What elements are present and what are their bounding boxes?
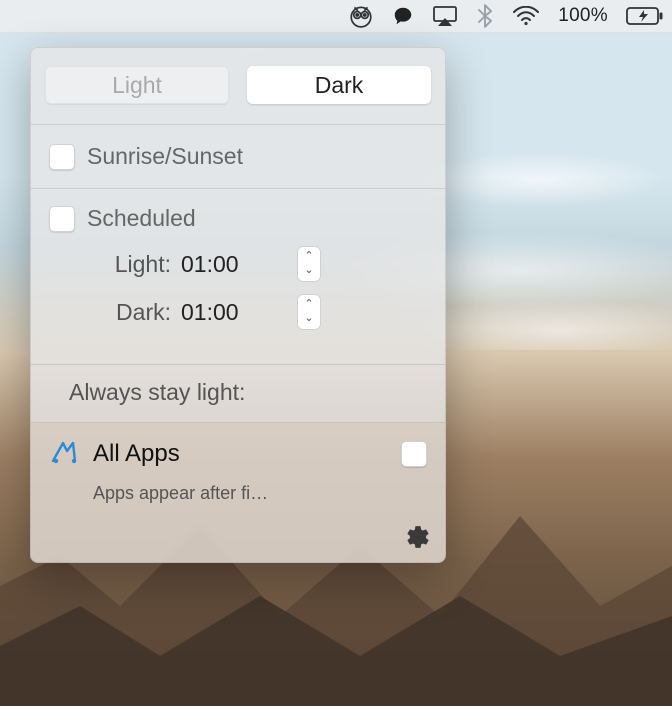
dark-mode-button[interactable]: Dark (247, 66, 431, 104)
bluetooth-icon[interactable] (476, 4, 494, 28)
scheduled-dark-row: Dark: 01:00 ⌃⌄ (75, 294, 427, 330)
battery-percent-label: 100% (558, 5, 608, 27)
apps-section: All Apps Apps appear after fi… (31, 423, 445, 520)
always-stay-light-header: Always stay light: (31, 365, 445, 423)
gear-icon (405, 524, 431, 550)
popover-footer (31, 520, 445, 562)
scheduled-light-time[interactable]: 01:00 (179, 251, 289, 278)
owl-menubar-icon[interactable] (348, 3, 374, 29)
all-apps-icon (49, 439, 79, 469)
speech-bubble-icon[interactable] (392, 5, 414, 27)
always-stay-light-label: Always stay light: (69, 379, 245, 405)
scheduled-section: Scheduled Light: 01:00 ⌃⌄ Dark: 01:00 ⌃⌄ (31, 189, 445, 365)
nightowl-popover: Light Dark Sunrise/Sunset Scheduled Ligh… (30, 47, 446, 563)
battery-charging-icon[interactable] (626, 6, 664, 26)
wifi-icon[interactable] (512, 6, 540, 26)
dark-mode-label: Dark (315, 72, 364, 99)
all-apps-checkbox[interactable] (401, 441, 427, 467)
light-mode-label: Light (112, 72, 162, 99)
scheduled-dark-label: Dark: (75, 299, 171, 326)
settings-button[interactable] (405, 524, 431, 550)
menu-bar: 100% (0, 0, 672, 33)
theme-segment-control: Light Dark (31, 48, 445, 125)
scheduled-checkbox[interactable] (49, 206, 75, 232)
all-apps-label: All Apps (93, 440, 387, 468)
scheduled-light-row: Light: 01:00 ⌃⌄ (75, 246, 427, 282)
light-mode-button[interactable]: Light (45, 66, 229, 104)
scheduled-label: Scheduled (87, 205, 196, 232)
desktop-background: 100% Light Dark Sunrise/Sunset (0, 0, 672, 706)
sunrise-sunset-checkbox[interactable] (49, 144, 75, 170)
apps-hint-text: Apps appear after fi… (93, 483, 427, 504)
all-apps-row: All Apps (49, 439, 427, 469)
scheduled-dark-time[interactable]: 01:00 (179, 299, 289, 326)
sunrise-sunset-label: Sunrise/Sunset (87, 143, 243, 170)
airplay-icon[interactable] (432, 5, 458, 27)
scheduled-light-stepper[interactable]: ⌃⌄ (297, 246, 321, 282)
scheduled-dark-stepper[interactable]: ⌃⌄ (297, 294, 321, 330)
scheduled-light-label: Light: (75, 251, 171, 278)
sunrise-sunset-row: Sunrise/Sunset (31, 125, 445, 189)
